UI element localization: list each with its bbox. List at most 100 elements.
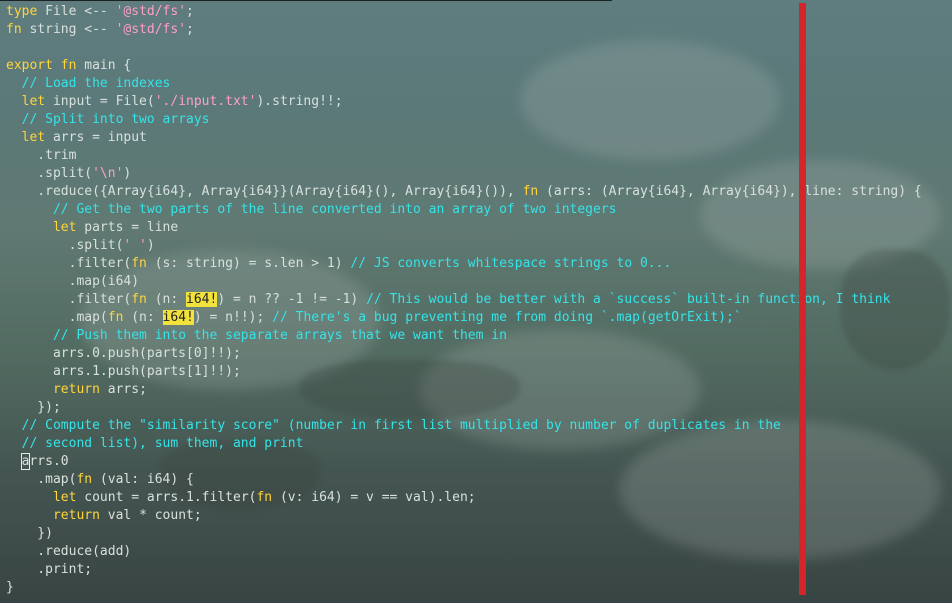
code-line[interactable]: type File <-- '@std/fs'; — [6, 3, 922, 21]
code-token: ; — [186, 4, 194, 19]
code-line[interactable]: .reduce(add) — [6, 543, 922, 561]
keyword-token: type — [6, 4, 38, 19]
code-editor[interactable]: type File <-- '@std/fs'; fn string <-- '@… — [6, 3, 922, 597]
keyword-token: let — [52, 220, 77, 235]
keyword-token: fn — [131, 292, 147, 307]
string-token: './input.txt' — [154, 94, 257, 109]
code-line[interactable]: // Get the two parts of the line convert… — [6, 201, 922, 219]
code-token: count = arrs.1.filter( — [76, 490, 257, 505]
keyword-token: fn — [256, 490, 273, 505]
code-line[interactable]: .split('\n') — [6, 165, 922, 183]
code-token: ) — [123, 166, 132, 181]
code-line[interactable]: arrs.0.push(parts[0]!!); — [6, 345, 922, 363]
code-line[interactable]: .map(fn (n: i64!) = n!!); // There's a b… — [6, 309, 922, 327]
code-token: .filter( — [6, 292, 132, 307]
code-token: (v: i64) = v == val).len; — [272, 490, 476, 505]
code-line[interactable]: arrs.0 — [6, 453, 922, 471]
comment-token: // second list), sum them, and print — [21, 436, 304, 451]
code-line[interactable]: export fn main { — [6, 57, 922, 75]
code-token: }) — [6, 526, 53, 541]
code-line[interactable]: // second list), sum them, and print — [6, 435, 922, 453]
code-line[interactable]: .map(fn (val: i64) { — [6, 471, 922, 489]
code-line[interactable]: arrs.1.push(parts[1]!!); — [6, 363, 922, 381]
code-token: ).string!!; — [256, 94, 343, 109]
code-token: .map( — [6, 310, 108, 325]
code-line[interactable]: .trim — [6, 147, 922, 165]
search-highlight: i64! — [186, 292, 218, 307]
code-line[interactable]: // Load the indexes — [6, 75, 922, 93]
code-line[interactable]: fn string <-- '@std/fs'; — [6, 21, 922, 39]
column-ruler — [799, 3, 806, 595]
keyword-token: let — [21, 130, 46, 145]
string-token: '\n' — [92, 166, 124, 181]
keyword-token: fn — [60, 58, 77, 73]
code-line[interactable]: return val * count; — [6, 507, 922, 525]
search-highlight: i64! — [162, 310, 194, 325]
string-token: ' ' — [123, 238, 147, 253]
code-token: File <-- — [37, 4, 116, 19]
code-line[interactable]: .split(' ') — [6, 237, 922, 255]
code-line[interactable]: }); — [6, 399, 922, 417]
keyword-token: fn — [522, 184, 539, 199]
code-token: ) = n ?? -1 != -1) — [217, 292, 367, 307]
keyword-token: return — [52, 382, 100, 397]
comment-token: // Split into two arrays — [21, 112, 210, 127]
keyword-token: fn — [6, 22, 22, 37]
code-line[interactable]: .map(i64) — [6, 273, 922, 291]
code-token: (s: string) = s.len > 1) — [146, 256, 351, 271]
code-token: (val: i64) { — [92, 472, 194, 487]
keyword-token: export — [6, 58, 53, 73]
code-token: arrs.0.push(parts[0]!!); — [6, 346, 241, 361]
code-token: .map( — [6, 472, 77, 487]
code-line[interactable]: let parts = line — [6, 219, 922, 237]
comment-token: // Load the indexes — [21, 76, 171, 91]
code-token: parts = line — [76, 220, 179, 235]
string-token: '@std/fs' — [115, 22, 187, 37]
keyword-token: return — [52, 508, 100, 523]
keyword-token: fn — [131, 256, 147, 271]
keyword-token: let — [52, 490, 77, 505]
code-token: .split( — [6, 166, 93, 181]
code-token: arrs; — [99, 382, 147, 397]
code-line[interactable]: let count = arrs.1.filter(fn (v: i64) = … — [6, 489, 922, 507]
code-line[interactable]: .filter(fn (s: string) = s.len > 1) // J… — [6, 255, 922, 273]
code-line[interactable]: let arrs = input — [6, 129, 922, 147]
code-token: ) — [146, 238, 155, 253]
code-token: .print; — [6, 562, 93, 577]
keyword-token: let — [21, 94, 46, 109]
code-token: arrs = input — [45, 130, 147, 145]
code-token: (arrs: (Array{i64}, Array{i64}), line: s… — [538, 184, 922, 199]
comment-token: // Get the two parts of the line convert… — [52, 202, 617, 217]
code-token: .filter( — [6, 256, 132, 271]
code-token: arrs.1.push(parts[1]!!); — [6, 364, 241, 379]
code-token: input = File( — [45, 94, 155, 109]
window-top-edge — [0, 0, 612, 1]
code-line[interactable]: return arrs; — [6, 381, 922, 399]
code-line[interactable]: // Push them into the separate arrays th… — [6, 327, 922, 345]
code-line[interactable]: .filter(fn (n: i64!) = n ?? -1 != -1) //… — [6, 291, 922, 309]
code-token: string <-- — [21, 22, 116, 37]
code-token: .trim — [6, 148, 77, 163]
code-line[interactable]: let input = File('./input.txt').string!!… — [6, 93, 922, 111]
code-line[interactable]: .reduce({Array{i64}, Array{i64}}(Array{i… — [6, 183, 922, 201]
string-token: '@std/fs' — [115, 4, 187, 19]
code-line[interactable]: } — [6, 579, 922, 597]
code-line[interactable] — [6, 39, 922, 57]
code-token: val * count; — [99, 508, 202, 523]
code-line[interactable]: .print; — [6, 561, 922, 579]
code-line[interactable]: // Split into two arrays — [6, 111, 922, 129]
code-token: (n: — [123, 310, 163, 325]
code-line[interactable]: // Compute the "similarity score" (numbe… — [6, 417, 922, 435]
comment-token: // Push them into the separate arrays th… — [52, 328, 507, 343]
code-line[interactable]: }) — [6, 525, 922, 543]
